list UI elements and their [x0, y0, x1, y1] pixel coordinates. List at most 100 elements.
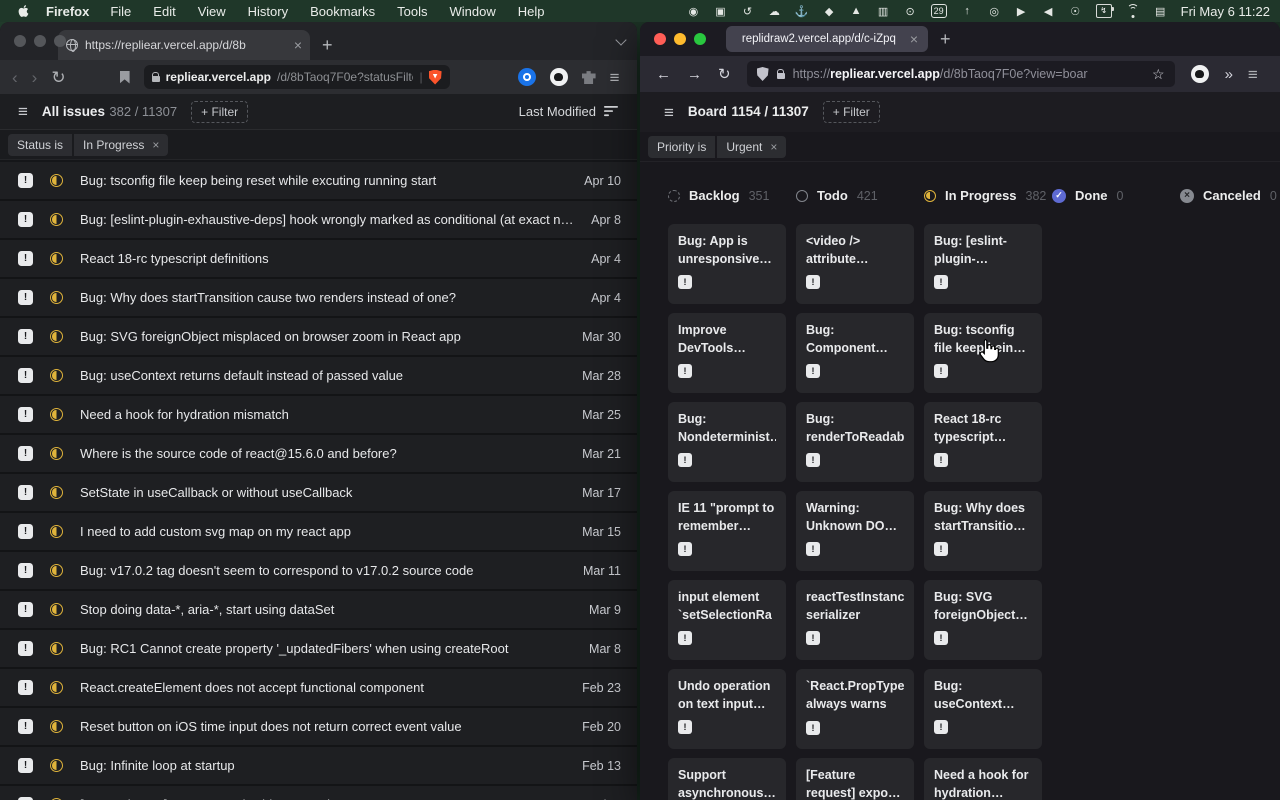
window-layout-icon[interactable]: ▥ — [877, 4, 890, 18]
sort-control[interactable]: Last Modified — [519, 104, 619, 119]
onepassword-extension-icon[interactable] — [518, 68, 536, 86]
reload-button[interactable]: ↻ — [51, 69, 65, 86]
kanban-card[interactable]: Bug: useContext… ! — [924, 669, 1042, 749]
sidebar-menu-icon[interactable]: ≡ — [18, 103, 28, 120]
issue-row[interactable]: ! Where is the source code of react@15.6… — [0, 435, 637, 472]
forward-button[interactable]: → — [687, 67, 702, 82]
remove-filter-icon[interactable]: × — [152, 139, 159, 151]
control-center-icon[interactable]: ▤ — [1154, 4, 1167, 18]
browser-menu-icon[interactable]: ≡ — [610, 69, 620, 86]
battery-icon[interactable]: ↯ — [1096, 4, 1112, 18]
url-bar[interactable]: https://repliear.vercel.app/d/8bTaoq7F0e… — [747, 61, 1175, 87]
wifi-icon[interactable] — [1126, 4, 1140, 18]
shield-app-icon[interactable]: ▲ — [850, 4, 863, 18]
url-bar[interactable]: repliear.vercel.app /d/8bTaoq7F0e?status… — [144, 65, 450, 89]
tracking-protection-shield-icon[interactable] — [757, 67, 769, 81]
kanban-card[interactable]: Support asynchronous… ! — [668, 758, 786, 800]
kanban-card[interactable]: `React.PropType always warns ab ! — [796, 669, 914, 749]
issue-row[interactable]: ! React.createElement does not accept fu… — [0, 669, 637, 706]
add-filter-button[interactable]: + Filter — [823, 101, 880, 123]
zoom-window-button[interactable] — [54, 35, 66, 47]
cloud-icon[interactable]: ☁ — [768, 4, 781, 18]
issue-row[interactable]: ! React 18-rc typescript definitions Apr… — [0, 240, 637, 277]
menubar-clock[interactable]: Fri May 6 11:22 — [1181, 4, 1270, 19]
tab-list-chevron-icon[interactable] — [615, 34, 626, 45]
play-icon[interactable]: ▶ — [1015, 4, 1028, 18]
menubar-menu-item[interactable]: Help — [518, 4, 545, 19]
close-window-button[interactable] — [14, 35, 26, 47]
onepassword-icon[interactable]: ⊙ — [904, 4, 917, 18]
issue-row[interactable]: ! SetState in useCallback or without use… — [0, 474, 637, 511]
menubar-menu-item[interactable]: Bookmarks — [310, 4, 375, 19]
issue-row[interactable]: ! Bug: tsconfig file keep being reset wh… — [0, 162, 637, 199]
issue-row[interactable]: ! [DevTools Bug] Unsupported Bridge oper… — [0, 786, 637, 800]
issue-row[interactable]: ! Reset button on iOS time input does no… — [0, 708, 637, 745]
power-icon[interactable]: ◎ — [988, 4, 1001, 18]
issue-row[interactable]: ! Bug: v17.0.2 tag doesn't seem to corre… — [0, 552, 637, 589]
kanban-card[interactable]: <video /> attribute… ! — [796, 224, 914, 304]
menubar-menu-item[interactable]: Edit — [153, 4, 175, 19]
add-filter-button[interactable]: + Filter — [191, 101, 248, 123]
kanban-card[interactable]: Bug: Component… ! — [796, 313, 914, 393]
kanban-card[interactable]: Bug: App is unresponsive… ! — [668, 224, 786, 304]
forward-button[interactable]: › — [32, 69, 38, 86]
sync-icon[interactable]: ↺ — [741, 4, 754, 18]
kanban-card[interactable]: Improve DevTools… ! — [668, 313, 786, 393]
filter-value-chip[interactable]: Urgent × — [717, 136, 786, 158]
kanban-card[interactable]: Bug: Nondeterminist… ! — [668, 402, 786, 482]
docker-icon[interactable]: ⚓ — [795, 4, 809, 18]
issue-row[interactable]: ! Need a hook for hydration mismatch Mar… — [0, 396, 637, 433]
minimize-window-button[interactable] — [674, 33, 686, 45]
menubar-menu-item[interactable]: Window — [450, 4, 496, 19]
apple-menu-icon[interactable] — [10, 4, 36, 18]
menubar-app-name[interactable]: Firefox — [46, 4, 89, 19]
bookmark-icon[interactable] — [120, 71, 130, 84]
menubar-menu-item[interactable]: History — [248, 4, 288, 19]
kanban-card[interactable]: Bug: tsconfig file keep bein… ! — [924, 313, 1042, 393]
kanban-card[interactable]: Bug: SVG foreignObject… ! — [924, 580, 1042, 660]
left-browser-tab[interactable]: https://repliear.vercel.app/d/8b × — [58, 30, 310, 60]
issue-row[interactable]: ! Bug: RC1 Cannot create property '_upda… — [0, 630, 637, 667]
kanban-card[interactable]: Undo operation on text input… ! — [668, 669, 786, 749]
share-icon[interactable]: ↑ — [961, 4, 974, 18]
browser-menu-icon[interactable]: ≡ — [1248, 66, 1258, 83]
issue-row[interactable]: ! Bug: Why does startTransition cause tw… — [0, 279, 637, 316]
kanban-card[interactable]: reactTestInstance serializer ! — [796, 580, 914, 660]
filter-field-chip[interactable]: Priority is — [648, 136, 715, 158]
back-button[interactable]: ‹ — [12, 69, 18, 86]
issue-row[interactable]: ! I need to add custom svg map on my rea… — [0, 513, 637, 550]
issue-row[interactable]: ! Bug: [eslint-plugin-exhaustive-deps] h… — [0, 201, 637, 238]
siri-icon[interactable]: ☉ — [1069, 4, 1082, 18]
kanban-card[interactable]: Bug: [eslint-plugin-… ! — [924, 224, 1042, 304]
kanban-card[interactable]: React 18-rc typescript… ! — [924, 402, 1042, 482]
new-tab-button[interactable]: + — [322, 35, 333, 60]
calendar-icon[interactable]: 29 — [931, 4, 947, 18]
screen-record-icon[interactable]: ◉ — [687, 4, 700, 18]
kanban-card[interactable]: [Feature request] expo… ! — [796, 758, 914, 800]
issue-row[interactable]: ! Bug: SVG foreignObject misplaced on br… — [0, 318, 637, 355]
volume-icon[interactable]: ◀ — [1042, 4, 1055, 18]
kanban-card[interactable]: Warning: Unknown DO… ! — [796, 491, 914, 571]
issue-row[interactable]: ! Bug: Infinite loop at startup Feb 13 — [0, 747, 637, 784]
menubar-menu-item[interactable]: View — [198, 4, 226, 19]
overflow-menu-icon[interactable]: » — [1225, 66, 1232, 83]
zoom-window-button[interactable] — [694, 33, 706, 45]
menubar-menu-item[interactable]: Tools — [397, 4, 427, 19]
sidebar-menu-icon[interactable]: ≡ — [664, 104, 674, 121]
close-window-button[interactable] — [654, 33, 666, 45]
brave-shield-icon[interactable] — [429, 70, 442, 85]
kanban-card[interactable]: Bug: Why does startTransitio… ! — [924, 491, 1042, 571]
kanban-card[interactable]: Bug: renderToReadab ! — [796, 402, 914, 482]
minimize-window-button[interactable] — [34, 35, 46, 47]
github-extension-icon[interactable] — [550, 68, 568, 86]
back-button[interactable]: ← — [656, 67, 671, 82]
tab-close-icon[interactable]: × — [294, 38, 302, 52]
issue-row[interactable]: ! Bug: useContext returns default instea… — [0, 357, 637, 394]
extensions-puzzle-icon[interactable] — [582, 70, 596, 84]
filter-field-chip[interactable]: Status is — [8, 134, 72, 156]
bookmark-star-icon[interactable]: ☆ — [1152, 66, 1165, 83]
reload-button[interactable]: ↻ — [718, 67, 731, 82]
menubar-menu-item[interactable]: File — [110, 4, 131, 19]
extension-icon[interactable] — [1191, 65, 1209, 83]
tab-close-icon[interactable]: × — [910, 32, 918, 46]
